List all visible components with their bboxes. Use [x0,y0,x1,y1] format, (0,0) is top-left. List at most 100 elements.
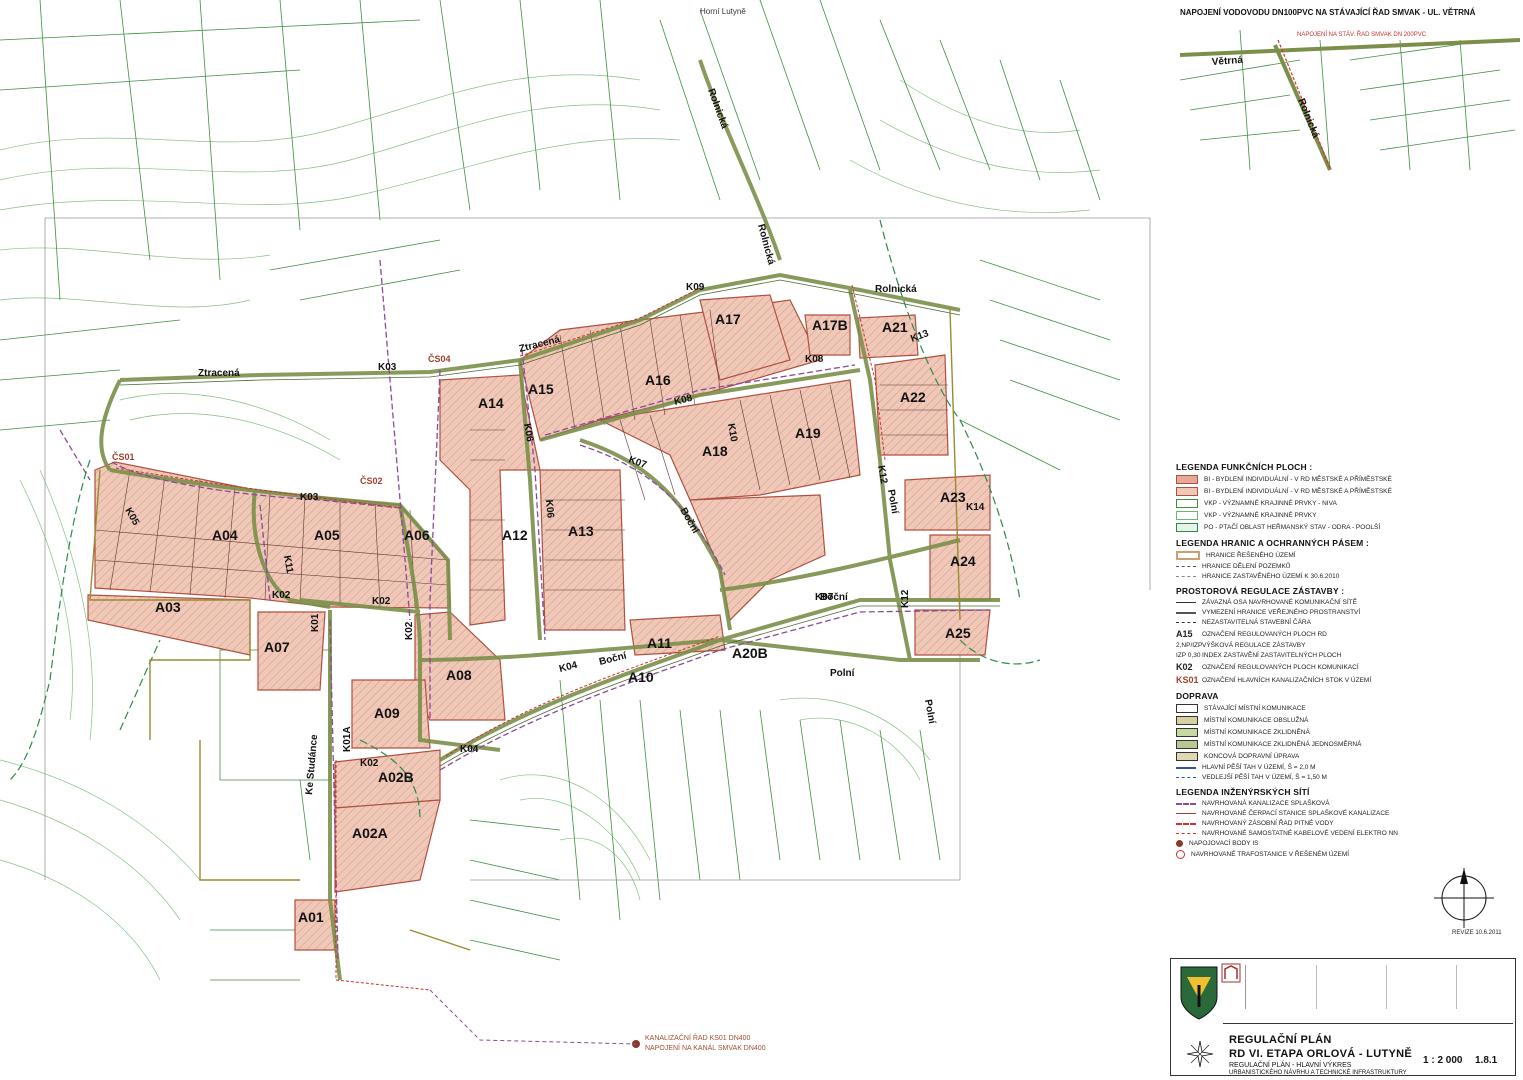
plot-label: A13 [568,523,594,539]
plot-label: A21 [882,319,908,335]
plot-label: A25 [945,625,971,641]
plot-label: A16 [645,372,671,388]
legend-text: MÍSTNÍ KOMUNIKACE ZKLIDNĚNÁ [1204,729,1310,736]
legend-funkcni-title: LEGENDA FUNKČNÍCH PLOCH : [1176,462,1313,472]
legend-text: INDEX ZASTAVĚNÍ ZASTAVITELNÝCH PLOCH [1202,652,1342,659]
plot-a20 [689,494,826,622]
plot-label: A02A [352,825,388,841]
legend-row: NAVRHOVANÉ ČERPACÍ STANICE SPLAŠKOVÉ KAN… [1176,810,1516,817]
plot-a11 [629,614,726,656]
title-scale: 1 : 2 000 [1423,1055,1463,1066]
inset-title: NAPOJENÍ VODOVODU DN100PVC NA STÁVAJÍCÍ … [1180,8,1476,17]
legend-row: MÍSTNÍ KOMUNIKACE OBSLUŽNÁ [1176,716,1516,725]
street-polni-2: Polní [830,668,856,679]
legend-row: NAVRHOVANÝ ZÁSOBNÍ ŘAD PITNÉ VODY [1176,820,1516,827]
legend-row: NEZASTAVITELNÁ STAVEBNÍ ČÁRA [1176,619,1516,626]
legend-swatch [1176,611,1196,614]
legend-text: PO - PTAČÍ OBLAST HEŘMANSKÝ STAV - ODRA … [1204,524,1381,531]
sewer-station: ČS02 [360,475,383,486]
legend-row: VEDLEJŠÍ PĚŠÍ TAH V ÚZEMÍ, Š = 1,50 M [1176,774,1516,781]
inset-street-vetrna: Větrná [1211,55,1243,68]
street-rolnicka-north: Rolnická [705,87,730,130]
plot-label: A10 [628,669,654,685]
legend-text: KONCOVÁ DOPRAVNÍ ÚPRAVA [1204,753,1300,760]
sewer-station: ČS01 [112,451,135,462]
legend-row: NAPOJOVACÍ BODY IS [1176,840,1516,847]
plot-label: A14 [478,395,504,411]
legend-swatch [1176,752,1198,761]
legend-row: NAVRHOVANÉ SAMOSTATNÉ KABELOVÉ VEDENÍ EL… [1176,830,1516,837]
legend-swatch [1176,813,1196,814]
legend-row: BI - BYDLENÍ INDIVIDUÁLNÍ - V RD MĚSTSKÉ… [1176,475,1516,484]
road-code: K02 [360,758,379,769]
plot-label: A17 [715,311,741,327]
legend-text: NAVRHOVANÁ KANALIZACE SPLAŠKOVÁ [1202,800,1330,807]
legend-text: VYMEZENÍ HRANICE VEŘEJNÉHO PROSTRANSTVÍ [1202,609,1361,616]
street-polni-1: Polní [885,489,900,516]
legend-text: STÁVAJÍCÍ MÍSTNÍ KOMUNIKACE [1204,705,1306,712]
legend-text: OZNAČENÍ REGULOVANÝCH PLOCH KOMUNIKACÍ [1202,663,1359,671]
legend-swatch [1176,576,1196,577]
legend-swatch [1176,622,1196,623]
plot-label: A06 [404,527,430,543]
revision: REVIZE 10.6.2011 [1452,930,1502,936]
road-code: K01 [310,613,321,632]
legend-swatch [1176,487,1198,496]
compass-icon [1186,1040,1214,1068]
legend-text: NAVRHOVANÉ ČERPACÍ STANICE SPLAŠKOVÉ KAN… [1202,810,1390,817]
plot-a04-a06 [94,461,451,609]
legend-text: HRANICE ZASTAVĚNÉHO ÚZEMÍ K 30.6.2010 [1202,573,1340,580]
legend-text: NAVRHOVANÉ SAMOSTATNÉ KABELOVÉ VEDENÍ EL… [1202,830,1399,837]
legend-text: BI - BYDLENÍ INDIVIDUÁLNÍ - V RD MĚSTSKÉ… [1204,476,1392,483]
legend-swatch [1176,511,1198,520]
legend-row: KS01 OZNAČENÍ HLAVNÍCH KANALIZAČNÍCH STOK… [1176,675,1516,685]
legend-doprava-title: DOPRAVA [1176,691,1219,701]
legend-sample: 2,NP/IZP [1176,642,1203,649]
legend-row: NAVRHOVANÉ TRAFOSTANICE V ŘEŠENÉM ÚZEMÍ [1176,850,1516,859]
sewer-station: ČS04 [428,353,451,364]
legend-row: VYMEZENÍ HRANICE VEŘEJNÉHO PROSTRANSTVÍ [1176,609,1516,616]
road-code: K07 [815,592,834,603]
legend-text: BI - BYDLENÍ INDIVIDUÁLNÍ - V RD MĚSTSKÉ… [1204,488,1392,495]
legend-sample: K02 [1176,662,1193,672]
plot-label: A19 [795,425,821,441]
legend-text: HLAVNÍ PĚŠÍ TAH V ÚZEMÍ, Š = 2,0 M [1202,764,1316,771]
legend-site: LEGENDA INŽENÝRSKÝCH SÍTÍ NAVRHOVANÁ KAN… [1176,787,1516,859]
road-code: K06 [543,499,556,519]
legend-doprava: DOPRAVA STÁVAJÍCÍ MÍSTNÍ KOMUNIKACE MÍST… [1176,691,1516,781]
annotation-kanal2: NAPOJENÍ NA KANÁL SMVAK DN400 [645,1043,766,1052]
title-drawing-2: URBANISTICKÉHO NÁVRHU A TECHNICKÉ INFRAS… [1229,1070,1407,1076]
plot-label: A24 [950,553,976,569]
inset-map: Větrná Rolnická NAPOJENÍ NA STÁV. ŘAD SM… [1172,0,1521,180]
plot-label: A23 [940,489,966,505]
legend-text: NAVRHOVANÝ ZÁSOBNÍ ŘAD PITNÉ VODY [1202,820,1334,827]
plot-label: A03 [155,599,181,615]
legend-swatch [1176,475,1198,484]
legend-hranice-title: LEGENDA HRANIC A OCHRANNÝCH PÁSEM : [1176,538,1370,548]
legend-swatch [1176,499,1198,508]
road-code: K04 [460,744,479,755]
legend-swatch [1176,833,1196,834]
road-code: K01A [342,726,353,752]
road-code: K12 [875,465,889,485]
legend-text: MÍSTNÍ KOMUNIKACE OBSLUŽNÁ [1204,717,1309,724]
legend-swatch [1176,777,1196,778]
firm-logo-icon [1221,963,1241,983]
title-number: 1.8.1 [1475,1055,1498,1066]
legend-row: KONCOVÁ DOPRAVNÍ ÚPRAVA [1176,752,1516,761]
legend-text: VEDLEJŠÍ PĚŠÍ TAH V ÚZEMÍ, Š = 1,50 M [1202,774,1327,781]
plot-label: A04 [212,527,238,543]
legend-swatch [1176,551,1200,560]
legend-site-title: LEGENDA INŽENÝRSKÝCH SÍTÍ [1176,787,1310,797]
road-code: K04 [558,660,579,675]
legend-sample: KS01 [1176,675,1199,685]
legend-text: NAPOJOVACÍ BODY IS [1189,840,1259,847]
legend-swatch [1176,602,1196,603]
legend-prostorova-title: PROSTOROVÁ REGULACE ZÁSTAVBY : [1176,586,1345,596]
road-code: K02 [272,590,291,601]
title-drawing: REGULAČNÍ PLÁN - HLAVNÍ VÝKRES [1229,1062,1352,1069]
plot-label: A05 [314,527,340,543]
annotation-kanal: KANALIZAČNÍ ŘAD KS01 DN400 [645,1033,751,1042]
road-code: K14 [966,502,985,513]
legend-text: NAVRHOVANÉ TRAFOSTANICE V ŘEŠENÉM ÚZEMÍ [1191,851,1350,858]
